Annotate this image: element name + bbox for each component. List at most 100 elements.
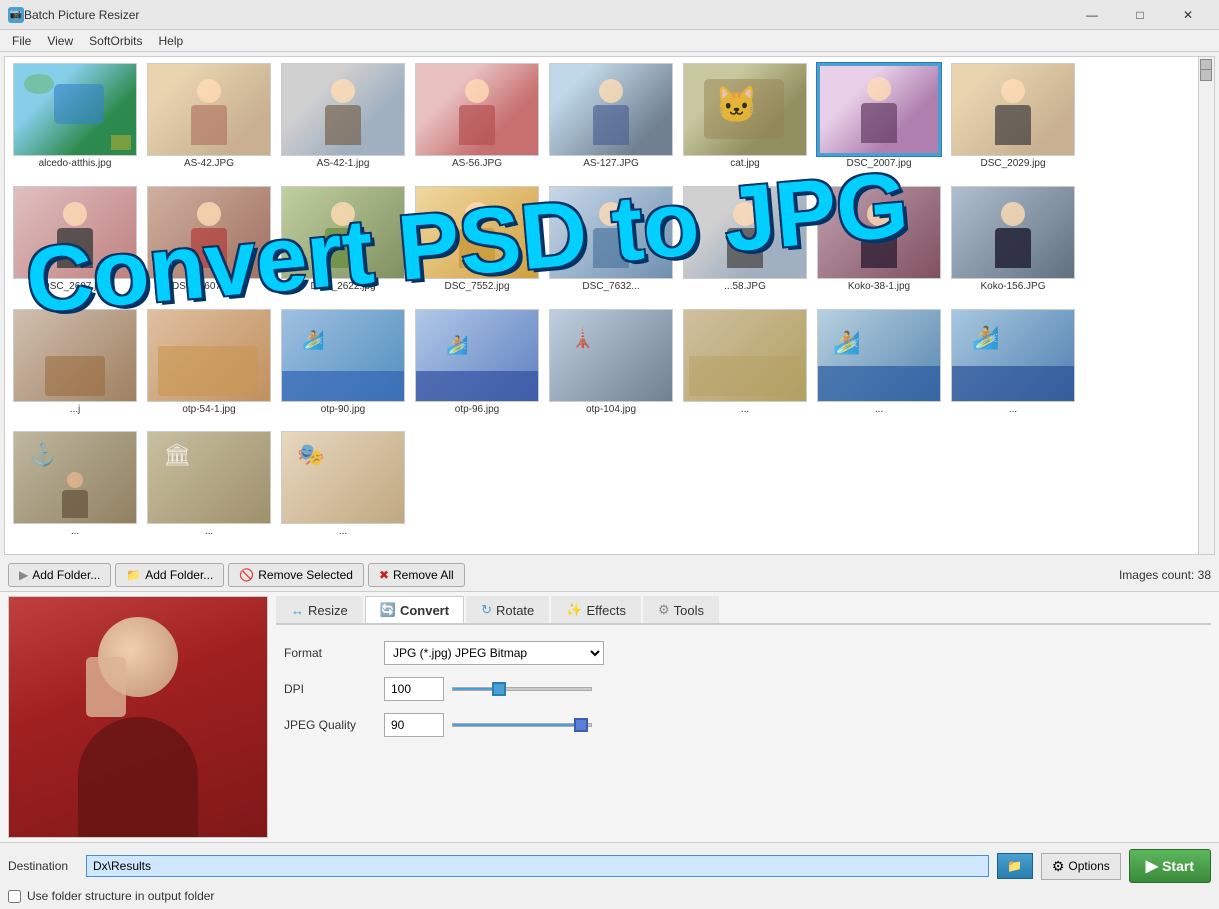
dpi-slider-track[interactable]	[452, 687, 592, 691]
list-item[interactable]: ...	[681, 309, 809, 426]
list-item[interactable]: ...58.JPG	[681, 186, 809, 303]
menu-file[interactable]: File	[4, 32, 39, 50]
list-item[interactable]: 🏄 ...	[815, 309, 943, 426]
list-item[interactable]: otp-54-1.jpg	[145, 309, 273, 426]
toolbar: ▶ Add Folder... 📁 Add Folder... 🚫 Remove…	[0, 559, 1219, 592]
folder-icon: 📁	[126, 568, 141, 582]
remove-selected-icon: 🚫	[239, 568, 254, 582]
close-button[interactable]: ✕	[1165, 0, 1211, 30]
folder-structure-row: Use folder structure in output folder	[8, 889, 1211, 903]
list-item[interactable]: Koko-38-1.jpg	[815, 186, 943, 303]
add-folder-label: Add Folder...	[145, 568, 213, 582]
thumbnail	[281, 186, 405, 279]
filename-label: DSC_2007.jpg	[846, 158, 911, 169]
list-item[interactable]: ...j	[11, 309, 139, 426]
list-item[interactable]: DSC_7632...	[547, 186, 675, 303]
dpi-slider-thumb[interactable]	[492, 682, 506, 696]
folder-structure-checkbox[interactable]	[8, 890, 21, 903]
add-button[interactable]: ▶ Add Folder...	[8, 563, 111, 587]
thumbnail	[13, 186, 137, 279]
list-item[interactable]: DSC_2622.jpg	[279, 186, 407, 303]
filename-label: DSC_2622.jpg	[310, 281, 375, 292]
menubar: File View SoftOrbits Help	[0, 30, 1219, 52]
filename-label: AS-127.JPG	[583, 158, 639, 169]
tab-resize[interactable]: ↔ Resize	[276, 596, 363, 623]
tab-resize-label: Resize	[308, 603, 348, 618]
maximize-button[interactable]: □	[1117, 0, 1163, 30]
list-item[interactable]: AS-56.JPG	[413, 63, 541, 180]
minimize-button[interactable]: —	[1069, 0, 1115, 30]
gear-icon: ⚙	[1052, 858, 1065, 875]
list-item[interactable]: Koko-156.JPG	[949, 186, 1077, 303]
filename-label: ...	[339, 526, 347, 537]
thumbnail: 🐱	[683, 63, 807, 156]
preview-area	[8, 596, 268, 838]
menu-softorbits[interactable]: SoftOrbits	[81, 32, 150, 50]
list-item[interactable]: 🏄 ...	[949, 309, 1077, 426]
menu-view[interactable]: View	[39, 32, 81, 50]
list-item[interactable]: alcedo-atthis.jpg	[11, 63, 139, 180]
quality-slider-track[interactable]	[452, 723, 592, 727]
list-item[interactable]: ⚓ ...	[11, 431, 139, 548]
list-item[interactable]: 🏄 otp-96.jpg	[413, 309, 541, 426]
filename-label: alcedo-atthis.jpg	[39, 158, 112, 169]
remove-all-button[interactable]: ✖ Remove All	[368, 563, 465, 587]
format-select[interactable]: JPG (*.jpg) JPEG Bitmap PNG (*.png) Port…	[384, 641, 604, 665]
list-item[interactable]: 🎭 ...	[279, 431, 407, 548]
list-item[interactable]: DSC_7552.jpg	[413, 186, 541, 303]
menu-help[interactable]: Help	[151, 32, 192, 50]
filename-label: ...	[205, 526, 213, 537]
list-item[interactable]: AS-42-1.jpg	[279, 63, 407, 180]
filename-label: ...	[1009, 404, 1017, 415]
grid-scrollbar[interactable]	[1198, 57, 1214, 554]
thumbnail: 🗼	[549, 309, 673, 402]
tab-tools[interactable]: ⚙ Tools	[643, 596, 719, 623]
remove-selected-button[interactable]: 🚫 Remove Selected	[228, 563, 364, 587]
dpi-input[interactable]	[384, 677, 444, 701]
thumbnail: 🏄	[281, 309, 405, 402]
list-item[interactable]: 🐱 cat.jpg	[681, 63, 809, 180]
filename-label: cat.jpg	[730, 158, 759, 169]
tab-rotate[interactable]: ↻ Rotate	[466, 596, 549, 623]
list-item[interactable]: 🏛 ...	[145, 431, 273, 548]
tab-convert[interactable]: 🔄 Convert	[365, 596, 464, 623]
filename-label: Koko-156.JPG	[980, 281, 1045, 292]
jpeg-quality-input-group	[384, 713, 1203, 737]
convert-controls: Format JPG (*.jpg) JPEG Bitmap PNG (*.pn…	[276, 633, 1211, 757]
thumbnail	[817, 63, 941, 156]
thumbnail	[951, 186, 1075, 279]
thumbnail	[415, 63, 539, 156]
filename-label: ...	[875, 404, 883, 415]
thumbnail	[147, 63, 271, 156]
list-item[interactable]: AS-127.JPG	[547, 63, 675, 180]
start-label: Start	[1162, 858, 1194, 874]
add-folder-button[interactable]: 📁 Add Folder...	[115, 563, 224, 587]
dpi-slider	[452, 687, 602, 691]
jpeg-quality-label: JPEG Quality	[284, 718, 384, 732]
destination-input[interactable]	[86, 855, 989, 877]
format-row: Format JPG (*.jpg) JPEG Bitmap PNG (*.pn…	[284, 641, 1203, 665]
scroll-down-btn[interactable]	[1200, 69, 1212, 81]
filename-label: otp-96.jpg	[455, 404, 499, 415]
thumbnail: 🏄	[951, 309, 1075, 402]
tab-effects[interactable]: ✨ Effects	[551, 596, 641, 623]
list-item[interactable]: DSC_2607-1.jpg	[145, 186, 273, 303]
folder-structure-label: Use folder structure in output folder	[27, 889, 214, 903]
list-item[interactable]: AS-42.JPG	[145, 63, 273, 180]
start-button[interactable]: ▶ Start	[1129, 849, 1211, 883]
list-item[interactable]: 🗼 otp-104.jpg	[547, 309, 675, 426]
tab-rotate-label: Rotate	[496, 603, 534, 618]
remove-selected-label: Remove Selected	[258, 568, 353, 582]
list-item[interactable]: 🏄 otp-90.jpg	[279, 309, 407, 426]
options-button[interactable]: ⚙ Options	[1041, 853, 1121, 880]
jpeg-quality-input[interactable]	[384, 713, 444, 737]
filename-label: DSC_7632...	[582, 281, 639, 292]
rotate-icon: ↻	[481, 602, 492, 618]
quality-slider-thumb[interactable]	[574, 718, 588, 732]
browse-button[interactable]: 📁	[997, 853, 1033, 879]
list-item[interactable]: DSC_2607.jpg	[11, 186, 139, 303]
list-item[interactable]: DSC_2007.jpg	[815, 63, 943, 180]
list-item[interactable]: DSC_2029.jpg	[949, 63, 1077, 180]
format-input-group: JPG (*.jpg) JPEG Bitmap PNG (*.png) Port…	[384, 641, 1203, 665]
filename-label: AS-42.JPG	[184, 158, 234, 169]
